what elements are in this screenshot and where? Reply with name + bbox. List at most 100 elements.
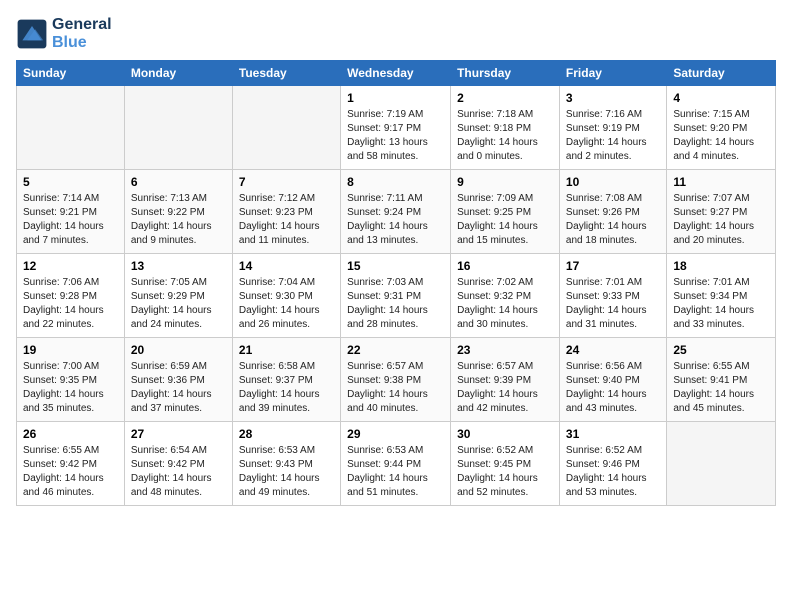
logo: General Blue — [16, 16, 112, 52]
calendar-cell: 6Sunrise: 7:13 AMSunset: 9:22 PMDaylight… — [124, 170, 232, 254]
day-number: 23 — [457, 343, 553, 357]
calendar-cell: 25 Sunrise: 6:55 AMSunset: 9:41 PMDayligh… — [667, 338, 776, 422]
calendar-cell: 15 Sunrise: 7:03 AMSunset: 9:31 PMDayligh… — [341, 254, 451, 338]
calendar-cell: 1 Sunrise: 7:19 AMSunset: 9:17 PMDaylight… — [341, 86, 451, 170]
day-number: 29 — [347, 427, 444, 441]
day-number: 1 — [347, 91, 444, 105]
calendar-cell: 14 Sunrise: 7:04 AMSunset: 9:30 PMDayligh… — [232, 254, 340, 338]
calendar-cell: 7 Sunrise: 7:12 AMSunset: 9:23 PMDaylight… — [232, 170, 340, 254]
day-info: Sunrise: 6:57 AMSunset: 9:39 PMDaylight:… — [457, 360, 553, 416]
calendar-cell: 29Sunrise: 6:53 AMSunset: 9:44 PMDayligh… — [341, 422, 451, 506]
calendar-cell: 5 Sunrise: 7:14 AMSunset: 9:21 PMDaylight… — [17, 170, 125, 254]
calendar-week-4: 19Sunrise: 7:00 AMSunset: 9:35 PMDayligh… — [17, 338, 776, 422]
calendar-cell: 28 Sunrise: 6:53 AMSunset: 9:43 PMDayligh… — [232, 422, 340, 506]
day-number: 15 — [347, 259, 444, 273]
day-info: Sunrise: 7:14 AMSunset: 9:21 PMDaylight:… — [23, 192, 118, 248]
day-info: Sunrise: 6:52 AMSunset: 9:46 PMDaylight:… — [566, 444, 660, 500]
logo-icon — [16, 18, 48, 50]
day-info: Sunrise: 6:58 AMSunset: 9:37 PMDaylight:… — [239, 360, 334, 416]
day-number: 28 — [239, 427, 334, 441]
day-number: 13 — [131, 259, 226, 273]
calendar-cell: 3Sunrise: 7:16 AMSunset: 9:19 PMDaylight… — [559, 86, 666, 170]
calendar-cell: 23 Sunrise: 6:57 AMSunset: 9:39 PMDayligh… — [451, 338, 560, 422]
day-number: 8 — [347, 175, 444, 189]
calendar-week-2: 5 Sunrise: 7:14 AMSunset: 9:21 PMDaylight… — [17, 170, 776, 254]
day-info: Sunrise: 7:05 AMSunset: 9:29 PMDaylight:… — [131, 276, 226, 332]
day-info: Sunrise: 7:01 AMSunset: 9:33 PMDaylight:… — [566, 276, 660, 332]
calendar-cell: 13 Sunrise: 7:05 AMSunset: 9:29 PMDayligh… — [124, 254, 232, 338]
day-info: Sunrise: 7:03 AMSunset: 9:31 PMDaylight:… — [347, 276, 444, 332]
day-number: 5 — [23, 175, 118, 189]
day-header-sunday: Sunday — [17, 61, 125, 86]
calendar-cell: 9Sunrise: 7:09 AMSunset: 9:25 PMDaylight… — [451, 170, 560, 254]
calendar-week-5: 26Sunrise: 6:55 AMSunset: 9:42 PMDayligh… — [17, 422, 776, 506]
calendar-cell: 19Sunrise: 7:00 AMSunset: 9:35 PMDayligh… — [17, 338, 125, 422]
day-header-thursday: Thursday — [451, 61, 560, 86]
calendar-table: SundayMondayTuesdayWednesdayThursdayFrid… — [16, 60, 776, 506]
day-info: Sunrise: 6:52 AMSunset: 9:45 PMDaylight:… — [457, 444, 553, 500]
day-info: Sunrise: 7:01 AMSunset: 9:34 PMDaylight:… — [673, 276, 769, 332]
day-number: 27 — [131, 427, 226, 441]
day-number: 24 — [566, 343, 660, 357]
day-number: 14 — [239, 259, 334, 273]
day-number: 31 — [566, 427, 660, 441]
calendar-cell: 21 Sunrise: 6:58 AMSunset: 9:37 PMDayligh… — [232, 338, 340, 422]
day-header-saturday: Saturday — [667, 61, 776, 86]
calendar-cell: 11Sunrise: 7:07 AMSunset: 9:27 PMDayligh… — [667, 170, 776, 254]
day-info: Sunrise: 6:59 AMSunset: 9:36 PMDaylight:… — [131, 360, 226, 416]
calendar-cell: 30 Sunrise: 6:52 AMSunset: 9:45 PMDayligh… — [451, 422, 560, 506]
day-number: 12 — [23, 259, 118, 273]
calendar-cell: 10 Sunrise: 7:08 AMSunset: 9:26 PMDayligh… — [559, 170, 666, 254]
day-header-friday: Friday — [559, 61, 666, 86]
day-header-wednesday: Wednesday — [341, 61, 451, 86]
day-info: Sunrise: 7:15 AMSunset: 9:20 PMDaylight:… — [673, 108, 769, 164]
day-number: 7 — [239, 175, 334, 189]
calendar-cell: 16 Sunrise: 7:02 AMSunset: 9:32 PMDayligh… — [451, 254, 560, 338]
calendar-cell: 18 Sunrise: 7:01 AMSunset: 9:34 PMDayligh… — [667, 254, 776, 338]
calendar-cell: 24 Sunrise: 6:56 AMSunset: 9:40 PMDayligh… — [559, 338, 666, 422]
calendar-cell: 22 Sunrise: 6:57 AMSunset: 9:38 PMDayligh… — [341, 338, 451, 422]
calendar-header-row: SundayMondayTuesdayWednesdayThursdayFrid… — [17, 61, 776, 86]
calendar-week-1: 1 Sunrise: 7:19 AMSunset: 9:17 PMDaylight… — [17, 86, 776, 170]
day-info: Sunrise: 6:57 AMSunset: 9:38 PMDaylight:… — [347, 360, 444, 416]
calendar-cell: 26Sunrise: 6:55 AMSunset: 9:42 PMDayligh… — [17, 422, 125, 506]
logo-text: General Blue — [52, 16, 112, 52]
day-info: Sunrise: 7:13 AMSunset: 9:22 PMDaylight:… — [131, 192, 226, 248]
day-info: Sunrise: 6:53 AMSunset: 9:43 PMDaylight:… — [239, 444, 334, 500]
day-info: Sunrise: 6:55 AMSunset: 9:42 PMDaylight:… — [23, 444, 118, 500]
day-number: 18 — [673, 259, 769, 273]
calendar-cell — [232, 86, 340, 170]
day-info: Sunrise: 7:18 AMSunset: 9:18 PMDaylight:… — [457, 108, 553, 164]
day-info: Sunrise: 6:54 AMSunset: 9:42 PMDaylight:… — [131, 444, 226, 500]
day-number: 25 — [673, 343, 769, 357]
day-number: 22 — [347, 343, 444, 357]
calendar-cell: 31 Sunrise: 6:52 AMSunset: 9:46 PMDayligh… — [559, 422, 666, 506]
day-info: Sunrise: 7:06 AMSunset: 9:28 PMDaylight:… — [23, 276, 118, 332]
day-number: 30 — [457, 427, 553, 441]
day-info: Sunrise: 6:55 AMSunset: 9:41 PMDaylight:… — [673, 360, 769, 416]
calendar-cell: 17 Sunrise: 7:01 AMSunset: 9:33 PMDayligh… — [559, 254, 666, 338]
calendar-cell — [17, 86, 125, 170]
calendar-cell — [124, 86, 232, 170]
day-info: Sunrise: 7:00 AMSunset: 9:35 PMDaylight:… — [23, 360, 118, 416]
day-number: 20 — [131, 343, 226, 357]
calendar-cell — [667, 422, 776, 506]
day-info: Sunrise: 7:19 AMSunset: 9:17 PMDaylight:… — [347, 108, 444, 164]
day-number: 17 — [566, 259, 660, 273]
calendar-cell: 12 Sunrise: 7:06 AMSunset: 9:28 PMDayligh… — [17, 254, 125, 338]
day-info: Sunrise: 7:08 AMSunset: 9:26 PMDaylight:… — [566, 192, 660, 248]
day-info: Sunrise: 6:56 AMSunset: 9:40 PMDaylight:… — [566, 360, 660, 416]
day-number: 16 — [457, 259, 553, 273]
day-info: Sunrise: 7:04 AMSunset: 9:30 PMDaylight:… — [239, 276, 334, 332]
day-number: 9 — [457, 175, 553, 189]
day-info: Sunrise: 7:02 AMSunset: 9:32 PMDaylight:… — [457, 276, 553, 332]
calendar-cell: 2Sunrise: 7:18 AMSunset: 9:18 PMDaylight… — [451, 86, 560, 170]
calendar-cell: 4Sunrise: 7:15 AMSunset: 9:20 PMDaylight… — [667, 86, 776, 170]
day-number: 3 — [566, 91, 660, 105]
day-number: 10 — [566, 175, 660, 189]
calendar-cell: 8 Sunrise: 7:11 AMSunset: 9:24 PMDaylight… — [341, 170, 451, 254]
day-info: Sunrise: 7:11 AMSunset: 9:24 PMDaylight:… — [347, 192, 444, 248]
day-number: 11 — [673, 175, 769, 189]
day-info: Sunrise: 7:12 AMSunset: 9:23 PMDaylight:… — [239, 192, 334, 248]
day-number: 21 — [239, 343, 334, 357]
